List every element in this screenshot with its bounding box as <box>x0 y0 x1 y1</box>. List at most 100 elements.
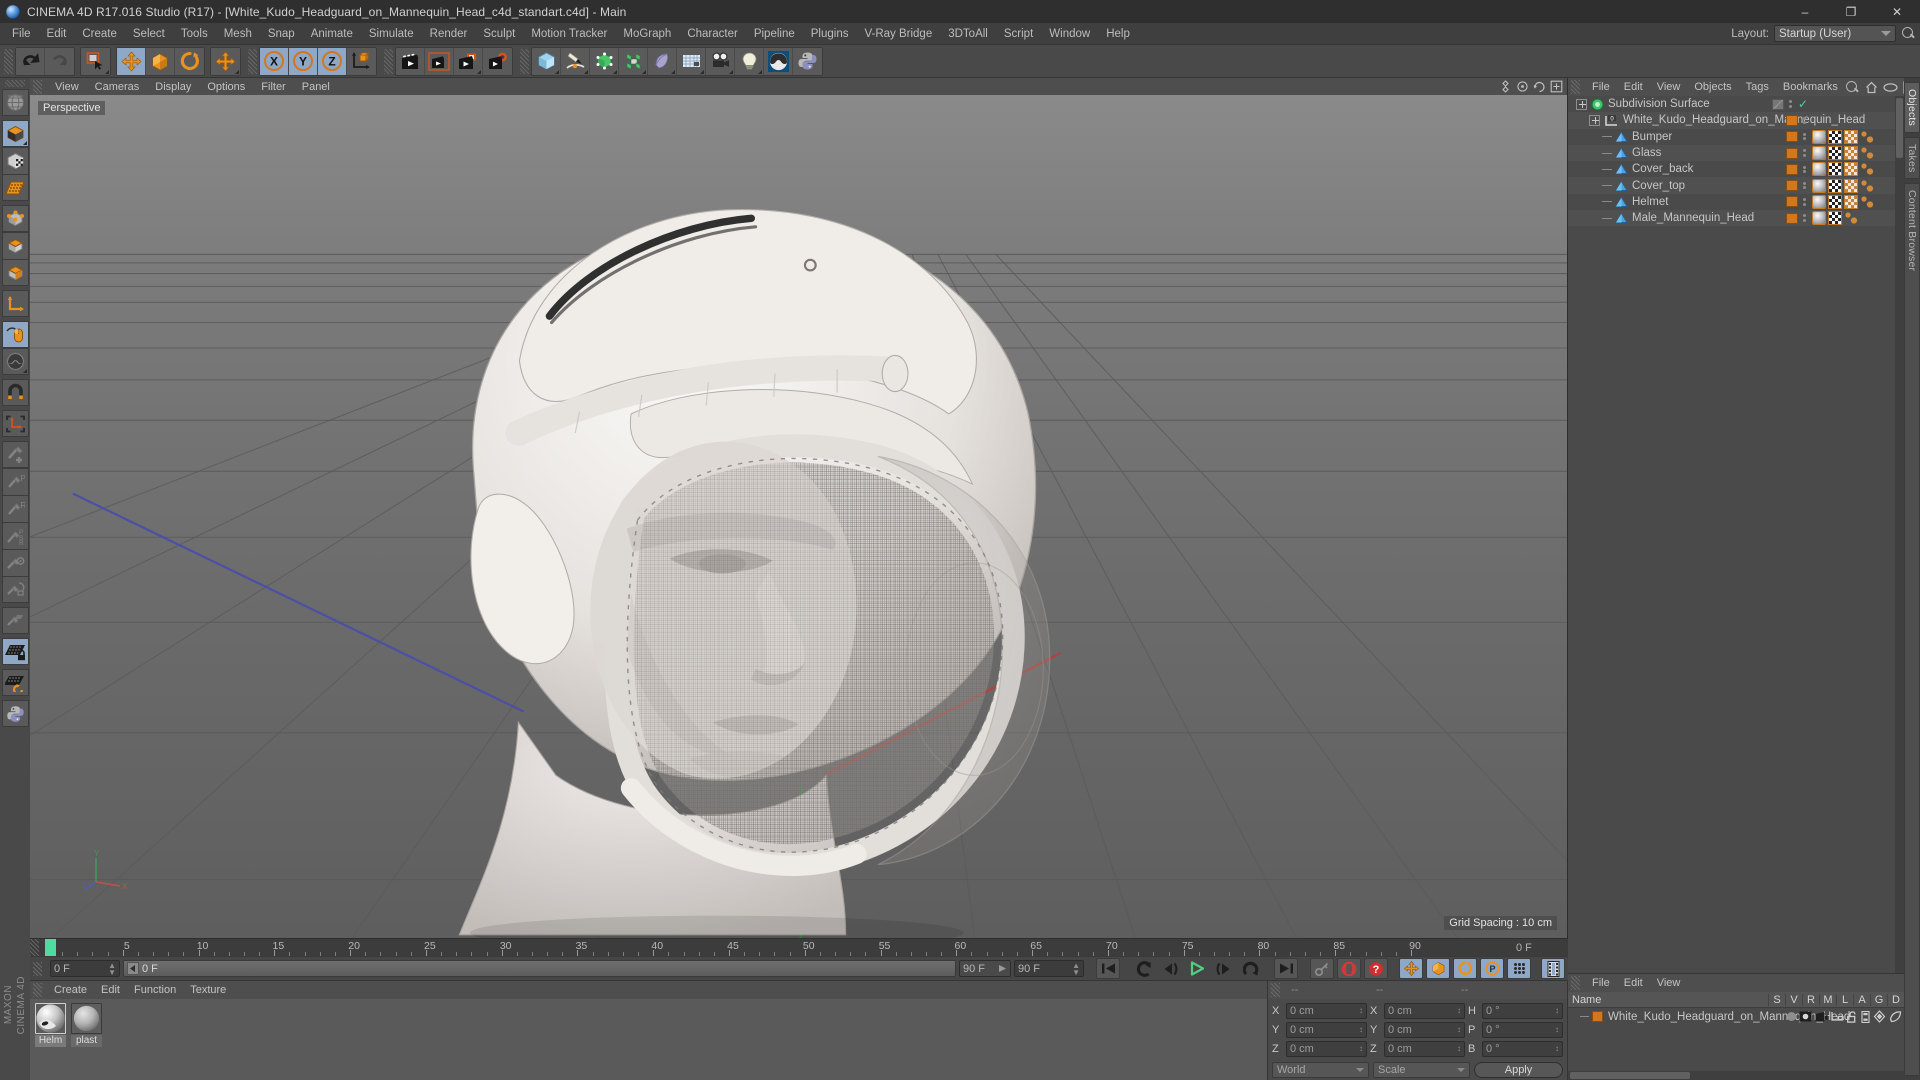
go-to-end-button[interactable] <box>1274 958 1298 979</box>
coordinate-mode-select[interactable]: Scale <box>1373 1062 1470 1078</box>
lock-open-icon[interactable] <box>1847 1011 1858 1023</box>
uvw-tag-icon[interactable] <box>1828 211 1842 225</box>
spinner-icon[interactable]: ↕ <box>1359 1026 1363 1033</box>
viewport-mode-button[interactable] <box>2 89 29 116</box>
spinner-icon[interactable]: ↕ <box>1555 1045 1559 1052</box>
coord-field-size[interactable]: 0 cm↕ <box>1384 1041 1465 1057</box>
coord-field-size[interactable]: 0 cm↕ <box>1384 1022 1465 1038</box>
selection-tag-icon[interactable] <box>1844 195 1858 209</box>
object-row[interactable]: Glass <box>1568 145 1904 161</box>
menu-window[interactable]: Window <box>1041 25 1098 43</box>
hierarchy-icon[interactable] <box>1831 1011 1844 1022</box>
structure-table[interactable]: NameSVRMLAGD White_Kudo_Headguard_on_Man… <box>1568 992 1904 1071</box>
object-row[interactable]: Bumper <box>1568 129 1904 145</box>
object-color-swatch[interactable] <box>1786 196 1798 207</box>
spinner-icon[interactable]: ↕ <box>1457 1007 1461 1014</box>
structure-manager-grip[interactable] <box>1571 976 1580 990</box>
animation-icon[interactable] <box>1861 1011 1870 1023</box>
left-toolbar-grip[interactable] <box>5 80 25 87</box>
play-reverse-button[interactable] <box>1131 958 1155 979</box>
record-button[interactable]: ? <box>1364 958 1388 979</box>
visibility-dots[interactable] <box>1803 214 1806 222</box>
key-position-button[interactable] <box>1399 958 1423 979</box>
timeline-ruler[interactable]: 051015202530354045505560657075808590 0 F <box>30 938 1568 956</box>
record-active-objects-button[interactable] <box>1337 958 1361 979</box>
menu-mograph[interactable]: MoGraph <box>615 25 679 43</box>
max-frame-field[interactable]: 90 F ▲▼ <box>1014 960 1084 977</box>
generator-icon[interactable] <box>1873 1010 1886 1023</box>
minimize-button[interactable]: – <box>1782 0 1828 23</box>
uvw-tag-icon[interactable] <box>1828 130 1842 144</box>
menu-v-ray-bridge[interactable]: V-Ray Bridge <box>856 25 940 43</box>
world-object-coords-button[interactable] <box>347 48 376 75</box>
edges-mode-button[interactable] <box>2 232 29 259</box>
structure-col-v[interactable]: V <box>1785 994 1802 1006</box>
lock-x-button[interactable]: X <box>260 48 289 75</box>
workplane-button[interactable] <box>2 410 29 437</box>
enabled-check-icon[interactable]: ✓ <box>1798 97 1808 111</box>
search-icon[interactable] <box>1901 26 1916 41</box>
snap-button[interactable] <box>2 379 29 406</box>
texture-dots-tag-icon[interactable] <box>1860 179 1874 193</box>
material-tag-icon[interactable] <box>1812 179 1826 193</box>
coord-field-rotation[interactable]: 0 °↕ <box>1482 1022 1563 1038</box>
menu-create[interactable]: Create <box>74 25 125 43</box>
timeline-playhead[interactable] <box>45 939 56 956</box>
material-tag-icon[interactable] <box>1812 211 1826 225</box>
scrubber-handle[interactable] <box>127 962 139 975</box>
object-color-swatch[interactable] <box>1786 164 1798 175</box>
object-row[interactable]: Subdivision Surface✓ <box>1568 96 1904 112</box>
key-point-level-button[interactable] <box>1507 958 1531 979</box>
object-color-swatch[interactable] <box>1786 213 1798 224</box>
eye-icon[interactable] <box>1883 82 1898 93</box>
object-menu-view[interactable]: View <box>1650 80 1688 94</box>
viewport-menu-options[interactable]: Options <box>199 80 253 94</box>
visibility-dots[interactable] <box>1803 198 1806 206</box>
python-button[interactable] <box>793 48 822 75</box>
points-mode-button[interactable] <box>2 205 29 232</box>
viewport-menu-panel[interactable]: Panel <box>294 80 338 94</box>
object-color-swatch[interactable] <box>1786 131 1798 142</box>
object-menu-edit[interactable]: Edit <box>1617 80 1650 94</box>
structure-menu-view[interactable]: View <box>1650 976 1688 990</box>
object-row[interactable]: Helmet <box>1568 194 1904 210</box>
rotate-tool-button[interactable] <box>175 48 204 75</box>
visibility-dots[interactable] <box>1803 133 1806 141</box>
add-camera-button[interactable] <box>706 48 735 75</box>
uvw-tag-icon[interactable] <box>1828 179 1842 193</box>
undo-button[interactable] <box>16 48 45 75</box>
search-icon[interactable] <box>1845 80 1860 95</box>
range-end-button[interactable]: 90 F <box>959 960 1011 977</box>
lock-z-button[interactable]: Z <box>318 48 347 75</box>
menu-snap[interactable]: Snap <box>260 25 303 43</box>
menu-script[interactable]: Script <box>996 25 1041 43</box>
make-editable-button[interactable] <box>2 120 29 147</box>
timeline-track[interactable]: 051015202530354045505560657075808590 <box>39 939 1512 956</box>
workplane-lock-button[interactable] <box>2 607 29 634</box>
python-side-button[interactable] <box>2 700 29 727</box>
expand-toggle-icon[interactable] <box>1576 99 1587 110</box>
structure-scrollbar-horizontal[interactable] <box>1568 1071 1904 1080</box>
menu-character[interactable]: Character <box>679 25 746 43</box>
object-row[interactable]: Cover_back <box>1568 161 1904 177</box>
key-parameter-button[interactable]: P <box>1480 958 1504 979</box>
menu-help[interactable]: Help <box>1098 25 1138 43</box>
material-menu-create[interactable]: Create <box>47 983 94 997</box>
expand-toggle-icon[interactable] <box>1589 115 1600 126</box>
selection-tag-icon[interactable] <box>1844 179 1858 193</box>
structure-menu-file[interactable]: File <box>1585 976 1617 990</box>
coord-field-size[interactable]: 0 cm↕ <box>1384 1003 1465 1019</box>
add-light-button[interactable] <box>735 48 764 75</box>
tab-objects[interactable]: Objects <box>1904 82 1920 133</box>
sculpt-button[interactable] <box>764 48 793 75</box>
material-menu-function[interactable]: Function <box>127 983 183 997</box>
scale-tool-button[interactable] <box>146 48 175 75</box>
add-generator-button[interactable] <box>590 48 619 75</box>
move-duplicate-button[interactable] <box>211 48 240 75</box>
next-frame-button[interactable] <box>1212 958 1236 979</box>
previous-frame-button[interactable] <box>1158 958 1182 979</box>
lock-r-button[interactable]: R <box>2 495 29 522</box>
timeline-scrubber[interactable]: 0 F <box>123 960 956 977</box>
menu-motion-tracker[interactable]: Motion Tracker <box>523 25 615 43</box>
current-frame-field[interactable]: 0 F ▲▼ <box>50 960 120 977</box>
